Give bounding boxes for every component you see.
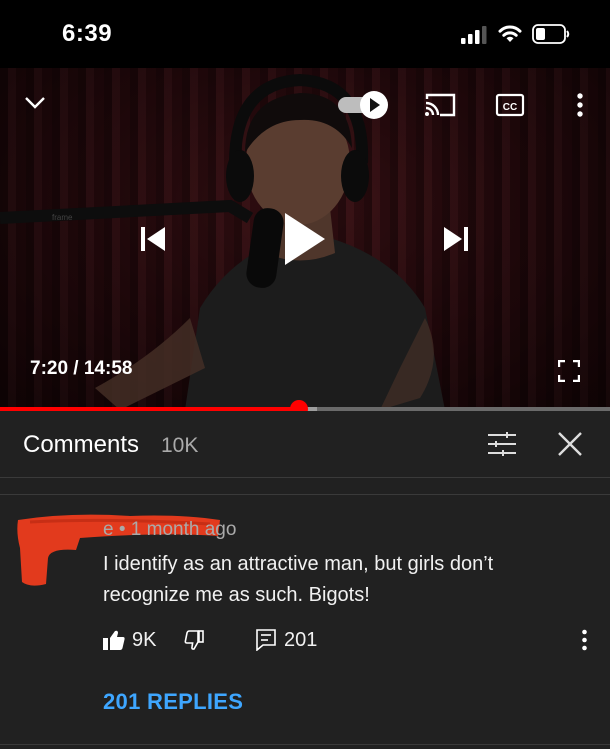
comment-more-vert-icon[interactable] bbox=[576, 626, 592, 654]
comment-timestamp: • 1 month ago bbox=[118, 519, 237, 540]
reply-icon bbox=[256, 629, 276, 651]
play-icon[interactable] bbox=[276, 208, 332, 270]
divider bbox=[0, 494, 610, 495]
captions-icon[interactable]: CC bbox=[494, 90, 526, 120]
thumbs-down-icon bbox=[184, 630, 204, 650]
video-player[interactable]: frame CC 7:20 / 14:58 bbox=[0, 68, 610, 410]
filter-sliders-icon[interactable] bbox=[486, 429, 518, 459]
comment-text: I identify as an attractive man, but gir… bbox=[103, 553, 494, 606]
bottom-divider bbox=[0, 744, 610, 745]
chevron-down-icon[interactable] bbox=[20, 92, 50, 114]
comments-header: Comments 10K bbox=[0, 411, 610, 478]
comment-author-fragment[interactable]: e bbox=[103, 519, 114, 540]
battery-icon bbox=[532, 24, 570, 44]
like-button[interactable]: 9K bbox=[103, 625, 156, 655]
like-count: 9K bbox=[132, 628, 157, 651]
next-icon[interactable] bbox=[440, 223, 472, 255]
more-vert-icon[interactable] bbox=[570, 90, 590, 120]
fullscreen-icon[interactable] bbox=[556, 358, 582, 384]
status-time: 6:39 bbox=[62, 20, 113, 47]
timecode: 7:20 / 14:58 bbox=[30, 358, 133, 379]
autoplay-toggle-icon[interactable] bbox=[336, 88, 392, 122]
status-bar: 6:39 bbox=[0, 0, 610, 68]
comment-meta: e • 1 month ago bbox=[103, 519, 236, 541]
dislike-button[interactable] bbox=[184, 625, 204, 655]
reply-button[interactable]: 201 bbox=[256, 625, 317, 655]
signal-icon bbox=[461, 26, 487, 44]
thumbs-up-icon bbox=[103, 630, 125, 650]
comments-count: 10K bbox=[161, 434, 199, 457]
svg-text:CC: CC bbox=[503, 102, 517, 113]
view-replies-link[interactable]: 201 REPLIES bbox=[103, 689, 243, 715]
cast-icon[interactable] bbox=[422, 90, 458, 120]
close-icon[interactable] bbox=[554, 428, 586, 460]
reply-count: 201 bbox=[284, 628, 318, 651]
previous-icon[interactable] bbox=[137, 223, 169, 255]
comments-title: Comments bbox=[23, 431, 140, 458]
wifi-icon bbox=[498, 25, 522, 42]
